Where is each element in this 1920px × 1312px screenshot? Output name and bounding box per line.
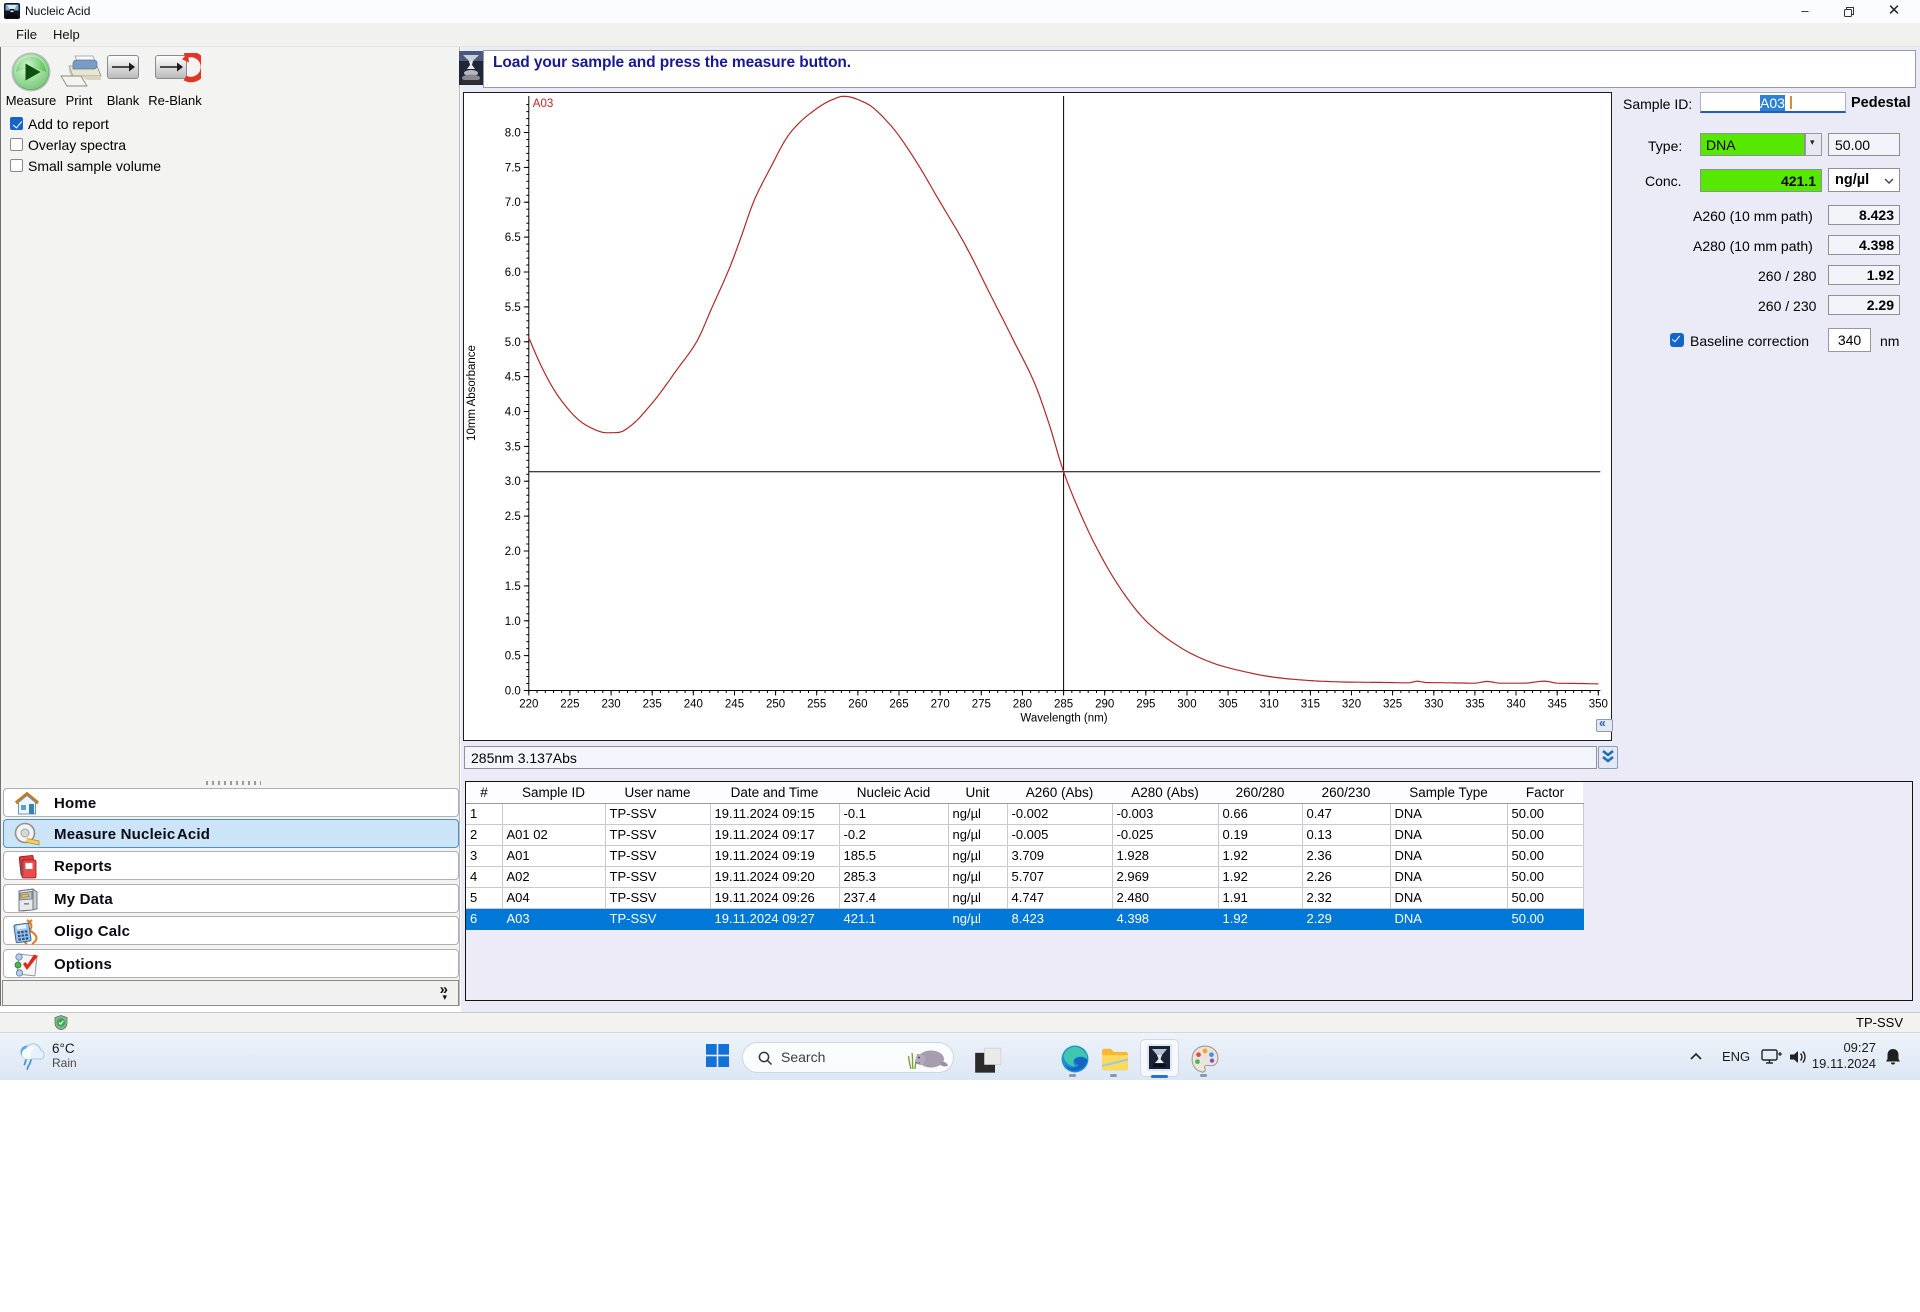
svg-text:4.0: 4.0 <box>505 407 521 419</box>
svg-text:2.0: 2.0 <box>505 546 521 558</box>
svg-text:0.5: 0.5 <box>505 651 521 663</box>
svg-text:5.5: 5.5 <box>505 302 521 314</box>
svg-text:300: 300 <box>1177 699 1196 711</box>
svg-text:225: 225 <box>560 699 579 711</box>
svg-text:8.0: 8.0 <box>505 128 521 140</box>
svg-text:265: 265 <box>889 699 908 711</box>
svg-text:325: 325 <box>1383 699 1402 711</box>
svg-text:290: 290 <box>1095 699 1114 711</box>
svg-text:235: 235 <box>643 699 662 711</box>
svg-text:250: 250 <box>766 699 785 711</box>
svg-text:350: 350 <box>1589 699 1608 711</box>
svg-text:6.5: 6.5 <box>505 232 521 244</box>
svg-text:3.5: 3.5 <box>505 441 521 453</box>
svg-text:260: 260 <box>848 699 867 711</box>
svg-text:305: 305 <box>1219 699 1238 711</box>
svg-text:270: 270 <box>931 699 950 711</box>
svg-text:3.0: 3.0 <box>505 476 521 488</box>
svg-text:320: 320 <box>1342 699 1361 711</box>
svg-text:255: 255 <box>807 699 826 711</box>
svg-text:345: 345 <box>1548 699 1567 711</box>
svg-text:280: 280 <box>1013 699 1032 711</box>
svg-text:10mm Absorbance: 10mm Absorbance <box>466 345 478 441</box>
svg-text:330: 330 <box>1424 699 1443 711</box>
svg-text:315: 315 <box>1301 699 1320 711</box>
svg-text:295: 295 <box>1136 699 1155 711</box>
svg-text:220: 220 <box>519 699 538 711</box>
svg-text:Wavelength (nm): Wavelength (nm) <box>1020 713 1107 725</box>
svg-text:1.0: 1.0 <box>505 616 521 628</box>
svg-text:335: 335 <box>1465 699 1484 711</box>
svg-text:7.0: 7.0 <box>505 197 521 209</box>
svg-text:6.0: 6.0 <box>505 267 521 279</box>
svg-text:275: 275 <box>972 699 991 711</box>
svg-text:2.5: 2.5 <box>505 511 521 523</box>
svg-text:240: 240 <box>684 699 703 711</box>
svg-text:1.5: 1.5 <box>505 581 521 593</box>
svg-text:245: 245 <box>725 699 744 711</box>
svg-text:7.5: 7.5 <box>505 162 521 174</box>
svg-text:285: 285 <box>1054 699 1073 711</box>
svg-text:0.0: 0.0 <box>505 686 521 698</box>
svg-text:230: 230 <box>602 699 621 711</box>
svg-text:5.0: 5.0 <box>505 337 521 349</box>
svg-text:340: 340 <box>1506 699 1525 711</box>
svg-text:4.5: 4.5 <box>505 372 521 384</box>
svg-text:310: 310 <box>1260 699 1279 711</box>
svg-text:A03: A03 <box>533 98 553 110</box>
